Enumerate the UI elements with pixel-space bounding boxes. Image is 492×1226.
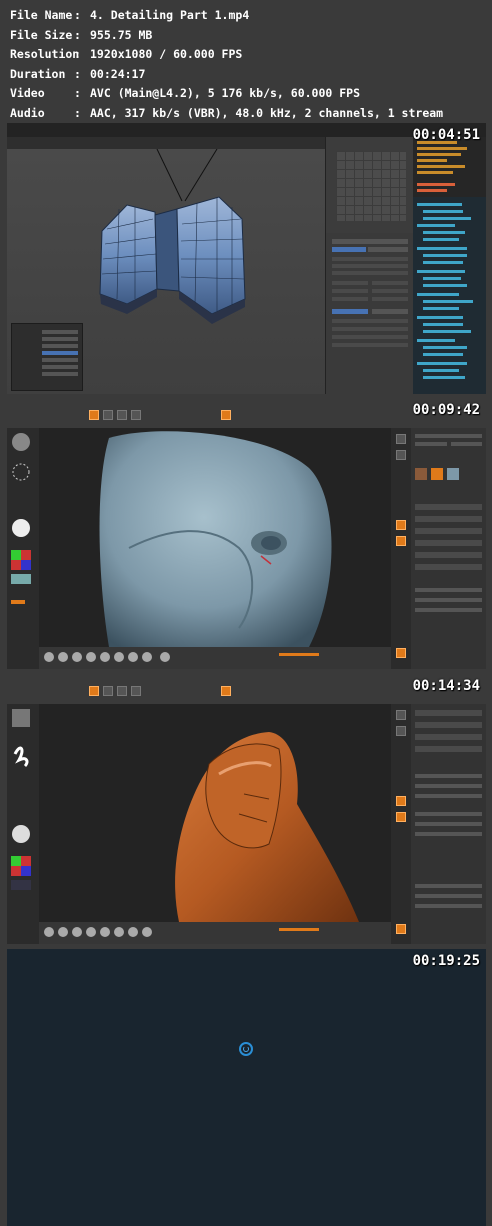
info-separator: : (74, 66, 81, 81)
file-info: File Name:4. Detailing Part 1.mp4 File S… (10, 6, 443, 124)
info-separator: : (74, 8, 81, 22)
zbrush-right-shelf[interactable] (391, 704, 411, 944)
timestamp-label: 00:04:51 (412, 127, 480, 143)
uv-grid (336, 151, 406, 221)
operator-fields (42, 330, 78, 376)
info-separator: : (74, 47, 81, 62)
polyf-button[interactable] (396, 648, 406, 658)
info-separator: : (74, 86, 81, 101)
info-key: Audio (10, 105, 45, 120)
thumbnail-frame-4: 00:19:25 (7, 949, 486, 1226)
scale-button[interactable] (117, 686, 127, 696)
info-key: File Size (10, 27, 73, 42)
operator-panel[interactable] (11, 323, 83, 391)
brush-icons (44, 652, 319, 662)
zbrush-right-shelf[interactable] (391, 428, 411, 669)
info-separator: : (74, 105, 81, 120)
properties-panel[interactable] (325, 233, 414, 394)
move-button[interactable] (103, 686, 113, 696)
refresh-icon (243, 1046, 249, 1052)
zbrush-canvas[interactable] (39, 428, 391, 647)
left-tray-items (11, 709, 31, 890)
zadd-button[interactable] (221, 410, 231, 420)
rotate-button[interactable] (131, 410, 141, 420)
timestamp-label: 00:14:34 (412, 678, 480, 694)
thumbnail-frame-1: 00:04:51 (7, 123, 486, 394)
floor-button[interactable] (396, 812, 406, 822)
persp-button[interactable] (396, 796, 406, 806)
info-key: Duration (10, 66, 66, 81)
info-row-filesize: File Size:955.75 MB (10, 26, 443, 46)
info-value: AVC (Main@L4.2), 5 176 kb/s, 60.000 FPS (90, 86, 361, 101)
zbrush-left-tray[interactable] (7, 704, 39, 944)
info-row-audio: Audio: AAC, 317 kb/s (VBR), 48.0 kHz, 2 c… (10, 104, 443, 124)
timestamp-label: 00:09:42 (412, 402, 480, 418)
brush-icons (44, 927, 319, 937)
zbrush-canvas[interactable] (39, 704, 391, 922)
spix-button[interactable] (396, 450, 406, 460)
sculpt-garment (175, 732, 359, 922)
left-tray-items (11, 433, 31, 604)
timestamp-label: 00:19:25 (412, 953, 480, 969)
polyf-button[interactable] (396, 924, 406, 934)
scale-button[interactable] (117, 410, 127, 420)
zbrush-tool-palette[interactable] (411, 428, 486, 669)
bpr-button[interactable] (396, 434, 406, 444)
thumbnail-frame-2: 00:09:42 (7, 398, 486, 669)
info-key: Video (10, 86, 45, 101)
info-row-duration: Duration:00:24:17 (10, 65, 443, 85)
zbrush-brush-bar[interactable] (39, 647, 391, 669)
info-value: 00:24:17 (90, 66, 146, 81)
subtool-list (415, 710, 482, 908)
subtool-list (415, 434, 482, 612)
info-value: 4. Detailing Part 1.mp4 (90, 8, 250, 22)
draw-button[interactable] (89, 686, 99, 696)
info-key: Resolution (10, 47, 80, 62)
outliner-panel[interactable] (413, 137, 486, 394)
info-value: AAC, 317 kb/s (VBR), 48.0 kHz, 2 channel… (90, 105, 444, 120)
info-row-filename: File Name:4. Detailing Part 1.mp4 (10, 6, 443, 26)
draw-button[interactable] (89, 410, 99, 420)
info-key: File Name (10, 8, 73, 22)
outliner-tree (413, 137, 486, 379)
spix-button[interactable] (396, 726, 406, 736)
info-separator: : (74, 27, 81, 42)
properties-controls (332, 239, 408, 347)
zadd-button[interactable] (221, 686, 231, 696)
zbrush-tool-palette[interactable] (411, 704, 486, 944)
uv-editor-panel[interactable] (325, 137, 414, 233)
zbrush-brush-bar[interactable] (39, 922, 391, 944)
info-value: 1920x1080 / 60.000 FPS (90, 47, 243, 62)
persp-button[interactable] (396, 520, 406, 530)
thumbnail-frame-3: 00:14:34 (7, 674, 486, 944)
floor-button[interactable] (396, 536, 406, 546)
sculpt-head (99, 431, 332, 647)
zbrush-left-tray[interactable] (7, 428, 39, 669)
move-button[interactable] (103, 410, 113, 420)
info-value: 955.75 MB (90, 27, 153, 42)
bpr-button[interactable] (396, 710, 406, 720)
rotate-button[interactable] (131, 686, 141, 696)
info-row-resolution: Resolution:1920x1080 / 60.000 FPS (10, 45, 443, 65)
info-row-video: Video: AVC (Main@L4.2), 5 176 kb/s, 60.00… (10, 84, 443, 104)
